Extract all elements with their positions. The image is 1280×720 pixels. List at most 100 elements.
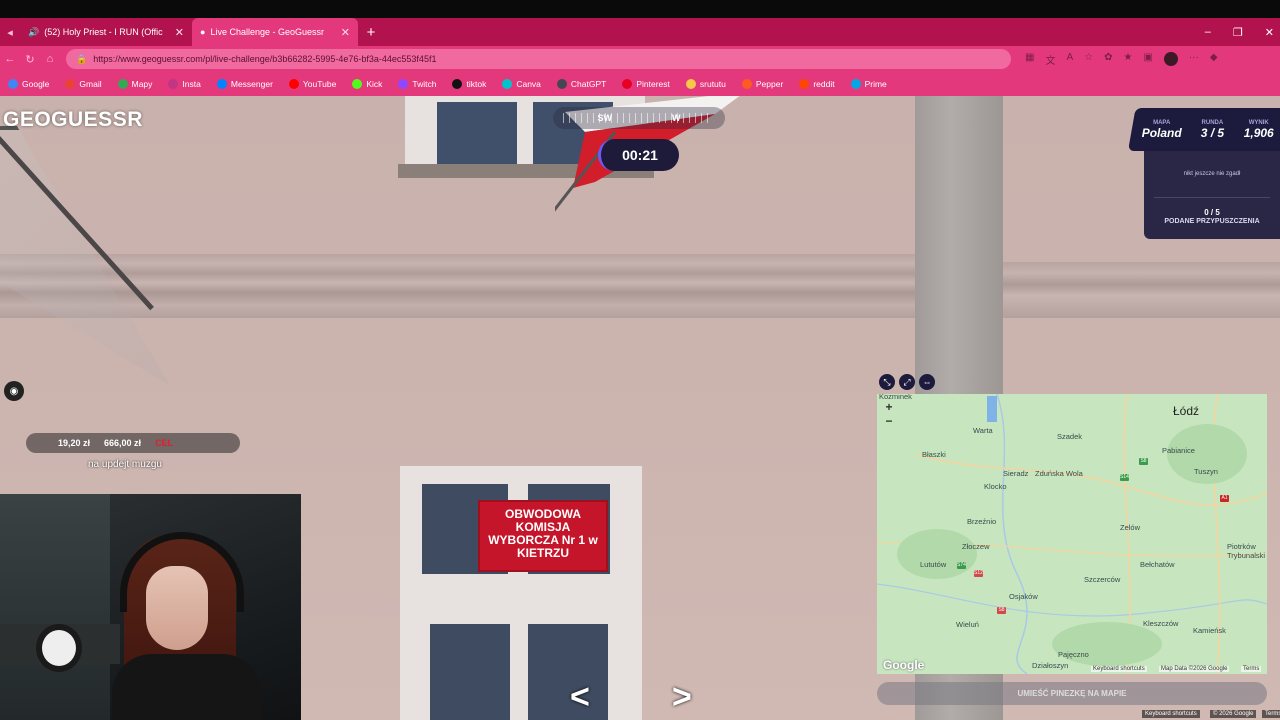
- stream-message: na updejt muzgu: [88, 459, 162, 470]
- zoom-in-button[interactable]: +: [881, 400, 897, 414]
- twitch-icon: [398, 79, 409, 89]
- bookmark-google[interactable]: Google: [0, 79, 57, 89]
- bookmark-chatgpt[interactable]: ChatGPT: [549, 79, 614, 89]
- new-tab-button[interactable]: +: [358, 24, 384, 41]
- close-tab-icon[interactable]: ✕: [341, 26, 350, 39]
- bookmark-insta[interactable]: Insta: [160, 79, 208, 89]
- close-tab-icon[interactable]: ✕: [175, 26, 184, 39]
- map-city-label: Wieluń: [956, 620, 979, 629]
- copyright-text: © 2026 Google: [1210, 710, 1257, 718]
- bookmark-srututu[interactable]: srututu: [678, 79, 734, 89]
- donation-goal-bar: 19,20 zł 666,00 zł CEL: [26, 433, 240, 453]
- terms-link[interactable]: Terms: [1262, 710, 1280, 718]
- map-city-label: Osjaków: [1009, 592, 1038, 601]
- window-pane: [430, 624, 510, 720]
- zoom-out-button[interactable]: −: [881, 414, 897, 428]
- map-terms-link[interactable]: Terms: [1241, 666, 1262, 672]
- pin-map-icon[interactable]: ⇔: [919, 374, 935, 390]
- camera-icon[interactable]: ◉: [4, 381, 24, 401]
- apps-icon[interactable]: ▦: [1025, 52, 1034, 67]
- map-city-label: Szadek: [1057, 432, 1083, 441]
- bookmark-label: Mapy: [131, 79, 153, 89]
- facade-cornice: [1000, 262, 1280, 318]
- expand-map-icon[interactable]: ⤡: [879, 374, 895, 390]
- score-stat: WYNIK 1,906: [1244, 120, 1274, 140]
- refresh-icon[interactable]: ↻: [20, 53, 40, 66]
- map-city-label: Działoszyn: [1032, 661, 1069, 670]
- minimize-button[interactable]: –: [1205, 26, 1211, 38]
- bookmark-label: reddit: [813, 79, 835, 89]
- pepper-icon: [741, 79, 752, 89]
- round-value: 3 / 5: [1201, 125, 1225, 140]
- map-city-label: Zduńska Wola: [1035, 469, 1083, 478]
- more-icon[interactable]: ···: [1189, 52, 1199, 67]
- round-stat: RUNDA 3 / 5: [1201, 120, 1224, 140]
- tab-youtube[interactable]: 🔊 (52) Holy Priest - I RUN (Offic ✕: [20, 18, 192, 46]
- read-aloud-icon[interactable]: A: [1066, 52, 1073, 67]
- move-right-arrow[interactable]: >: [672, 678, 692, 717]
- bookmark-label: Twitch: [412, 79, 437, 89]
- road-shield: A1: [1220, 495, 1229, 502]
- bookmark-gmail[interactable]: Gmail: [57, 79, 109, 89]
- mapy-icon: [117, 79, 128, 89]
- map-city-label: Pabianice: [1162, 446, 1195, 455]
- road-shield: S14: [1120, 474, 1129, 481]
- keyboard-shortcuts-link[interactable]: Keyboard shortcuts: [1142, 710, 1200, 718]
- insta-icon: [168, 79, 179, 89]
- copilot-icon[interactable]: ◆: [1210, 52, 1218, 67]
- address-bar-icons: ▦ 文 A ☆ ✿ ★ ▣ ··· ◆: [1025, 51, 1218, 67]
- bookmark-youtube[interactable]: YouTube: [281, 79, 344, 89]
- map-shortcuts-link[interactable]: Keyboard shortcuts: [1091, 666, 1147, 672]
- extensions-icon[interactable]: ✿: [1104, 52, 1112, 67]
- favorite-icon[interactable]: ☆: [1084, 52, 1093, 67]
- score-panel: MAPA Poland RUNDA 3 / 5 WYNIK 1,906: [1128, 108, 1280, 151]
- road-shield: S8: [997, 607, 1006, 614]
- prime-icon: [850, 79, 861, 89]
- canva-icon: [502, 79, 513, 89]
- bookmark-kick[interactable]: Kick: [344, 79, 390, 89]
- shrink-map-icon[interactable]: ⤢: [899, 374, 915, 390]
- srututu-icon: [685, 79, 696, 89]
- bookmark-canva[interactable]: Canva: [494, 79, 549, 89]
- road-shield: S8: [1139, 458, 1148, 465]
- reddit-icon: [799, 79, 810, 89]
- profile-avatar[interactable]: [1163, 51, 1178, 66]
- map-city-label: Złoczew: [962, 542, 990, 551]
- place-pin-button[interactable]: UMIEŚĆ PINEZKĘ NA MAPIE: [877, 682, 1267, 705]
- bookmark-tiktok[interactable]: tiktok: [444, 79, 494, 89]
- road-shield: S74: [957, 562, 966, 569]
- move-left-arrow[interactable]: <: [570, 678, 590, 717]
- close-window-button[interactable]: ✕: [1265, 26, 1274, 39]
- bookmark-twitch[interactable]: Twitch: [390, 79, 444, 89]
- chatgpt-icon: [556, 79, 567, 89]
- translate-icon[interactable]: 文: [1045, 52, 1055, 67]
- streamer-body: [112, 654, 262, 720]
- bookmark-mapy[interactable]: Mapy: [110, 79, 161, 89]
- room-wall: [0, 494, 110, 720]
- home-icon[interactable]: ⌂: [40, 53, 60, 65]
- tab-actions-icon[interactable]: ◂: [0, 26, 20, 39]
- map-city-label: Szczerców: [1084, 575, 1121, 584]
- bookmark-reddit[interactable]: reddit: [791, 79, 842, 89]
- speaker-icon: 🔊: [28, 26, 40, 37]
- gmail-icon: [65, 79, 76, 89]
- bookmark-messenger[interactable]: Messenger: [209, 79, 281, 89]
- bookmark-pepper[interactable]: Pepper: [734, 79, 791, 89]
- window-pane: [528, 624, 608, 720]
- favorites-icon[interactable]: ★: [1123, 52, 1132, 67]
- bookmark-label: ChatGPT: [570, 79, 607, 89]
- guess-map[interactable]: + − Łódź Warta Szadek Pabianice Błaszki Sier…: [877, 394, 1267, 674]
- collections-icon[interactable]: ▣: [1143, 52, 1152, 67]
- address-bar-row: ← ↻ ⌂ 🔒 https://www.geoguessr.com/pl/liv…: [0, 46, 1280, 72]
- maximize-button[interactable]: ❐: [1233, 26, 1243, 39]
- tab-geoguessr[interactable]: ● Live Challenge - GeoGuessr ✕: [192, 18, 358, 46]
- geoguessr-logo[interactable]: GEOGUESSR: [3, 108, 143, 132]
- bookmark-label: YouTube: [302, 79, 337, 89]
- score-value: 1,906: [1243, 125, 1275, 140]
- back-icon[interactable]: ←: [0, 53, 20, 65]
- bookmark-pinterest[interactable]: Pinterest: [614, 79, 678, 89]
- score-label: WYNIK: [1249, 119, 1270, 126]
- top-bar: [0, 0, 1280, 18]
- url-field[interactable]: 🔒 https://www.geoguessr.com/pl/live-chal…: [66, 49, 1011, 69]
- bookmark-prime[interactable]: Prime: [843, 79, 895, 89]
